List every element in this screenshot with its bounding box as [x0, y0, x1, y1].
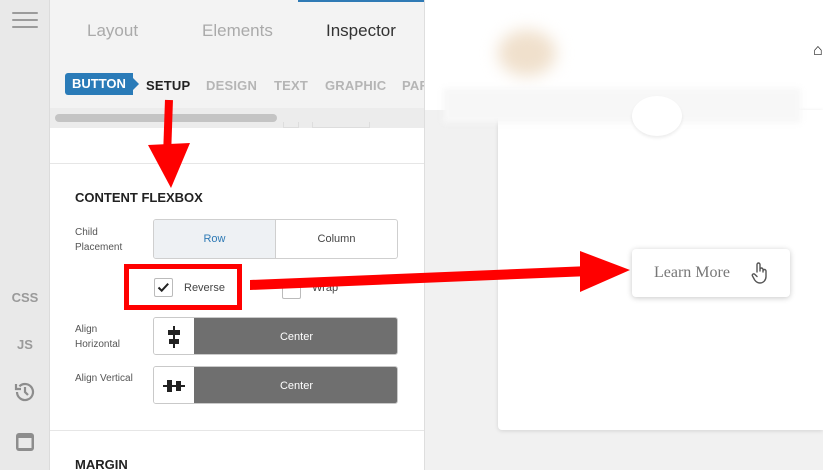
wrap-label: Wrap — [312, 282, 339, 294]
column-option[interactable]: Column — [276, 220, 397, 258]
wrap-checkbox[interactable] — [282, 280, 301, 299]
align-horizontal-icon — [154, 318, 194, 354]
align-horizontal-label: Align Horizontal — [75, 324, 121, 350]
main-tabs: Layout Elements Inspector — [50, 0, 424, 64]
tab-layout[interactable]: Layout — [87, 21, 138, 41]
js-button[interactable]: JS — [0, 337, 50, 352]
blurred-element — [632, 96, 682, 136]
blurred-nav — [443, 88, 801, 123]
menu-icon[interactable] — [12, 12, 38, 30]
align-vertical-icon — [154, 367, 194, 403]
tabs-scrollbar[interactable] — [55, 114, 277, 122]
reverse-highlight-box — [124, 264, 242, 310]
css-button[interactable]: CSS — [0, 290, 50, 305]
section-divider — [50, 163, 424, 164]
learn-more-label: Learn More — [654, 264, 730, 281]
learn-more-button[interactable]: Learn More — [632, 249, 790, 297]
align-vertical-select[interactable]: Center — [153, 366, 398, 404]
tab-design[interactable]: DESIGN — [206, 78, 257, 93]
child-placement-toggle: Row Column — [153, 219, 398, 259]
tab-setup[interactable]: SETUP — [146, 78, 190, 93]
tab-text[interactable]: TEXT — [274, 78, 308, 93]
tab-graphic[interactable]: GRAPHIC — [325, 78, 386, 93]
partial-control — [312, 122, 370, 128]
section-divider — [50, 430, 424, 431]
partial-control — [283, 122, 299, 128]
inspector-panel: Layout Elements Inspector BUTTON SETUP D… — [50, 0, 425, 470]
element-type-badge: BUTTON — [65, 73, 139, 95]
align-horizontal-select[interactable]: Center — [153, 317, 398, 355]
active-tab-indicator — [298, 0, 424, 2]
row-option[interactable]: Row — [154, 220, 276, 258]
left-rail: CSS JS — [0, 0, 50, 470]
pointer-hand-icon — [751, 262, 767, 284]
home-icon[interactable]: ⌂ — [813, 42, 823, 60]
window-icon[interactable] — [13, 430, 37, 454]
content-flexbox-title: CONTENT FLEXBOX — [75, 190, 203, 205]
tab-partial[interactable]: PAR — [402, 78, 424, 93]
tab-elements[interactable]: Elements — [202, 21, 273, 41]
tab-inspector[interactable]: Inspector — [326, 21, 396, 41]
align-vertical-value: Center — [194, 367, 397, 403]
margin-title: MARGIN — [75, 457, 128, 470]
align-horizontal-value: Center — [194, 318, 397, 354]
history-icon[interactable] — [13, 380, 37, 404]
align-vertical-label: Align Vertical — [75, 373, 133, 384]
child-placement-label: Child Placement — [75, 227, 123, 253]
sub-tabs: BUTTON SETUP DESIGN TEXT GRAPHIC PAR — [50, 64, 424, 108]
blurred-logo — [498, 30, 556, 76]
